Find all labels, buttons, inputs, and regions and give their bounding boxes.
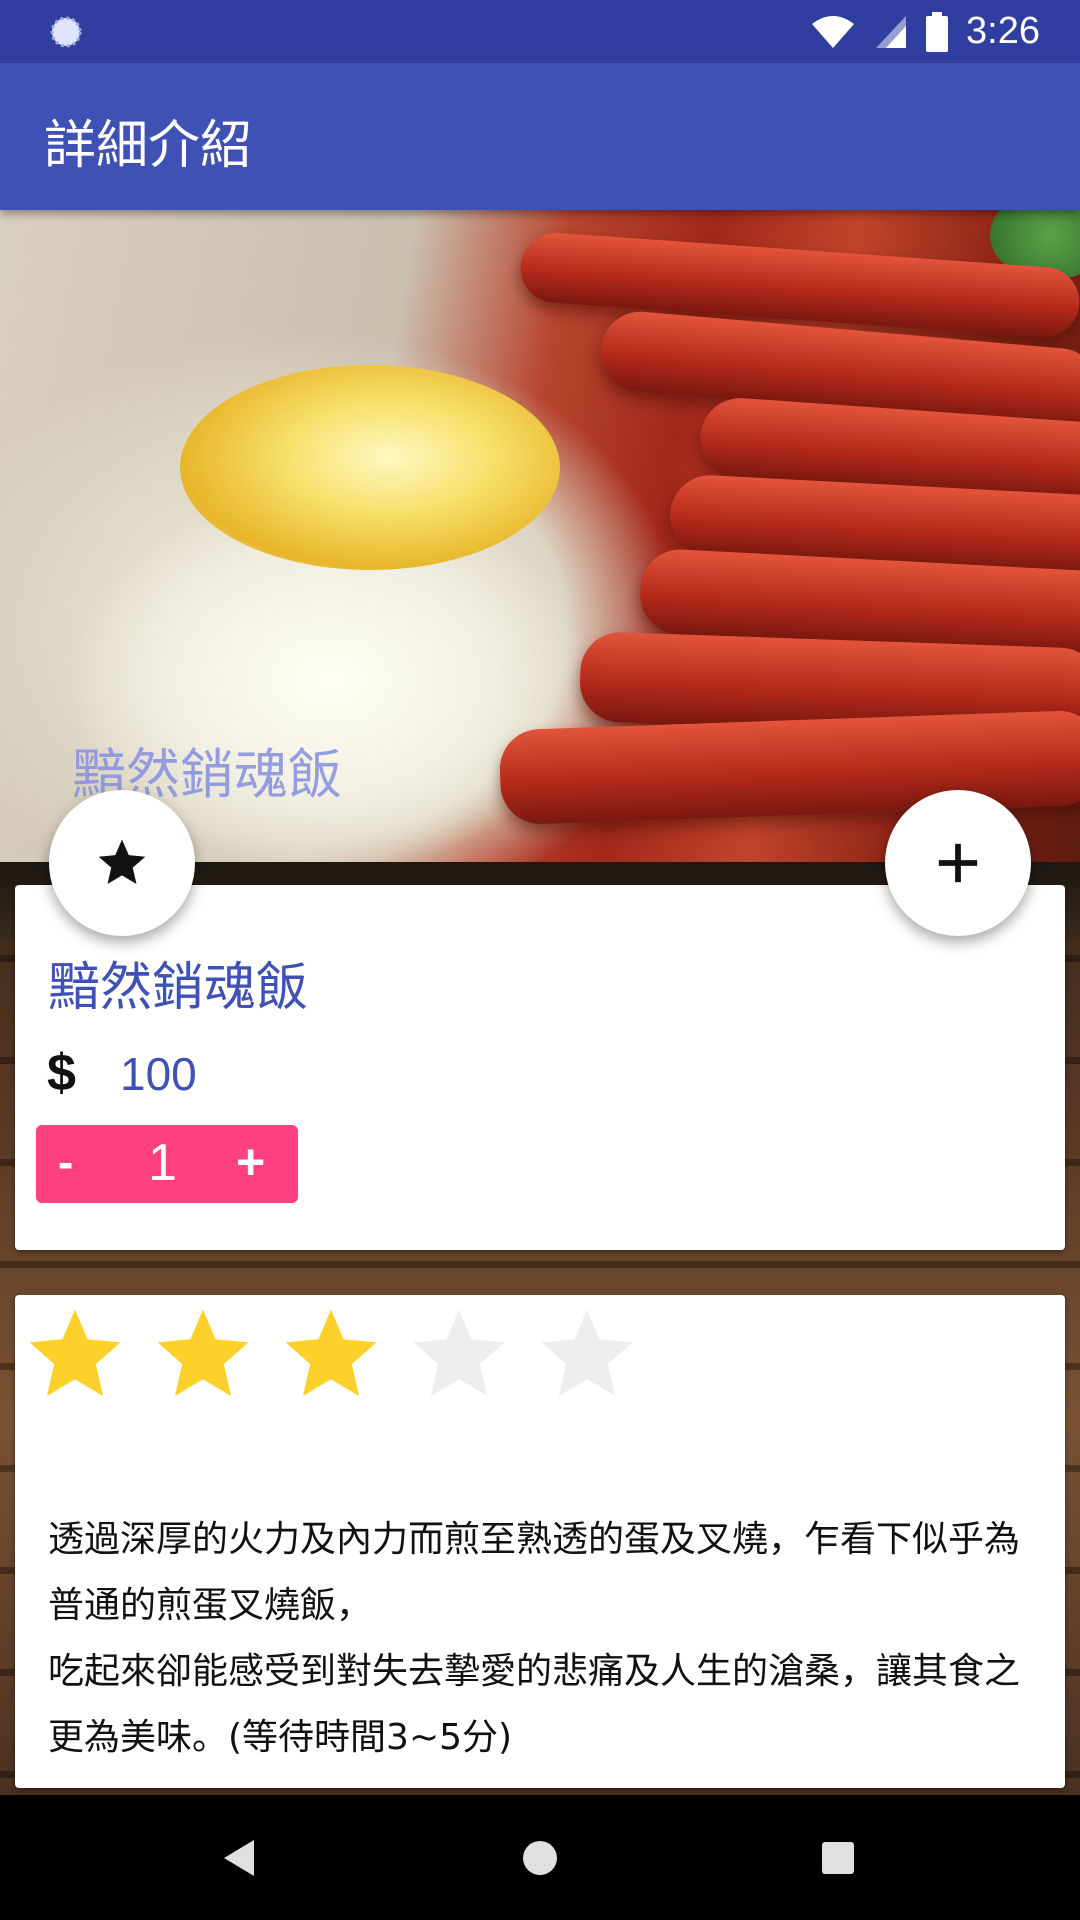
item-info-card: 黯然銷魂飯 $ 100 - 1 + [15,885,1065,1250]
battery-icon [926,11,949,52]
app-bar: 詳細介紹 [0,63,1080,210]
quantity-stepper: - 1 + [36,1125,298,1203]
status-icons: 3:26 [810,0,1040,63]
status-time: 3:26 [966,10,1040,52]
sync-icon [50,16,82,48]
star-filled-icon[interactable] [23,1303,127,1407]
description-card: 透過深厚的火力及內力而煎至熟透的蛋及叉燒，乍看下似乎為普通的煎蛋叉燒飯， 吃起來… [15,1295,1065,1788]
star-empty-icon[interactable] [535,1303,639,1407]
home-button[interactable] [480,1795,600,1920]
favorite-button[interactable] [49,790,195,936]
currency-symbol: $ [47,1044,76,1102]
decrease-quantity-button[interactable]: - [58,1135,73,1189]
wifi-icon [812,15,855,48]
recents-button[interactable] [778,1795,898,1920]
hero-food-image: 黯然銷魂飯 [0,210,1080,862]
back-button[interactable] [180,1795,300,1920]
signal-icon [876,15,907,48]
rating-bar[interactable] [23,1303,639,1407]
back-icon [224,1839,254,1876]
home-icon [523,1840,557,1875]
dish-description: 透過深厚的火力及內力而煎至熟透的蛋及叉燒，乍看下似乎為普通的煎蛋叉燒飯， 吃起來… [48,1519,1021,1758]
increase-quantity-button[interactable]: + [236,1133,265,1191]
navigation-bar [0,1795,1080,1920]
quantity-value: 1 [148,1134,177,1192]
page-title: 詳細介紹 [44,116,253,176]
recents-icon [822,1841,854,1874]
egg-yolk [180,365,560,570]
star-icon [98,839,146,884]
star-filled-icon[interactable] [151,1303,255,1407]
dish-name: 黯然銷魂飯 [48,958,309,1018]
plus-icon [938,843,978,883]
star-empty-icon[interactable] [407,1303,511,1407]
add-to-cart-button[interactable] [885,790,1031,936]
star-filled-icon[interactable] [279,1303,383,1407]
status-bar: 3:26 [0,0,1080,63]
price-value: 100 [120,1048,197,1100]
